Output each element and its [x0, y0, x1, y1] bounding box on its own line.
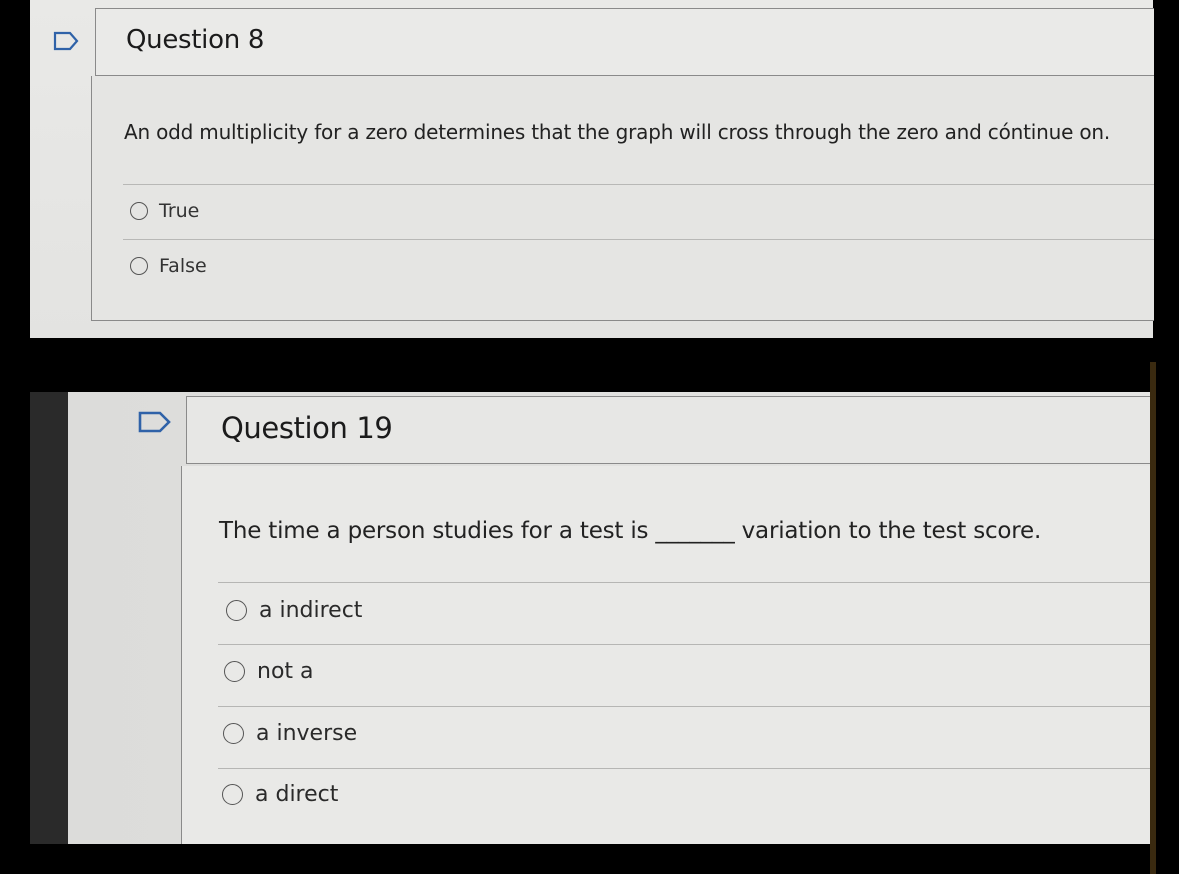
divider [123, 239, 1154, 240]
divider [218, 582, 1154, 583]
radio-button-icon[interactable] [224, 661, 245, 682]
radio-button-icon[interactable] [130, 202, 148, 220]
option-true[interactable]: True [130, 200, 199, 222]
option-a-direct[interactable]: a direct [222, 782, 338, 807]
option-label: not a [257, 659, 314, 684]
divider [123, 184, 1154, 185]
option-label: a direct [255, 782, 339, 807]
question-8-panel: Question 8 An odd multiplicity for a zer… [30, 0, 1154, 338]
question-8-text: An odd multiplicity for a zero determine… [124, 120, 1111, 144]
question-19-text: The time a person studies for a test is … [219, 518, 1042, 544]
question-19-body: The time a person studies for a test is … [181, 466, 1154, 844]
radio-button-icon[interactable] [226, 600, 247, 621]
question-19-container: Question 19 The time a person studies fo… [68, 392, 1154, 844]
question-8-title: Question 8 [126, 25, 265, 55]
flag-question-icon[interactable] [138, 410, 172, 434]
option-label: False [159, 255, 207, 277]
option-label: True [159, 200, 200, 222]
question-19-panel: Question 19 The time a person studies fo… [30, 392, 1154, 844]
divider [218, 768, 1154, 769]
question-19-title: Question 19 [221, 411, 393, 445]
radio-button-icon[interactable] [130, 257, 148, 275]
photo-of-screen: Question 8 An odd multiplicity for a zer… [0, 0, 1179, 874]
option-false[interactable]: False [130, 255, 207, 277]
screen-edge [1150, 362, 1156, 874]
radio-button-icon[interactable] [222, 784, 243, 805]
question-8-body: An odd multiplicity for a zero determine… [91, 76, 1154, 321]
divider [218, 644, 1154, 645]
flag-question-icon[interactable] [53, 31, 79, 51]
option-label: a indirect [259, 598, 363, 623]
divider [218, 706, 1154, 707]
option-a-indirect[interactable]: a indirect [226, 598, 362, 623]
question-8-header: Question 8 [95, 8, 1154, 76]
option-a-inverse[interactable]: a inverse [223, 721, 357, 746]
question-19-header: Question 19 [186, 396, 1154, 464]
option-label: a inverse [256, 721, 358, 746]
radio-button-icon[interactable] [223, 723, 244, 744]
option-not-a[interactable]: not a [224, 659, 314, 684]
